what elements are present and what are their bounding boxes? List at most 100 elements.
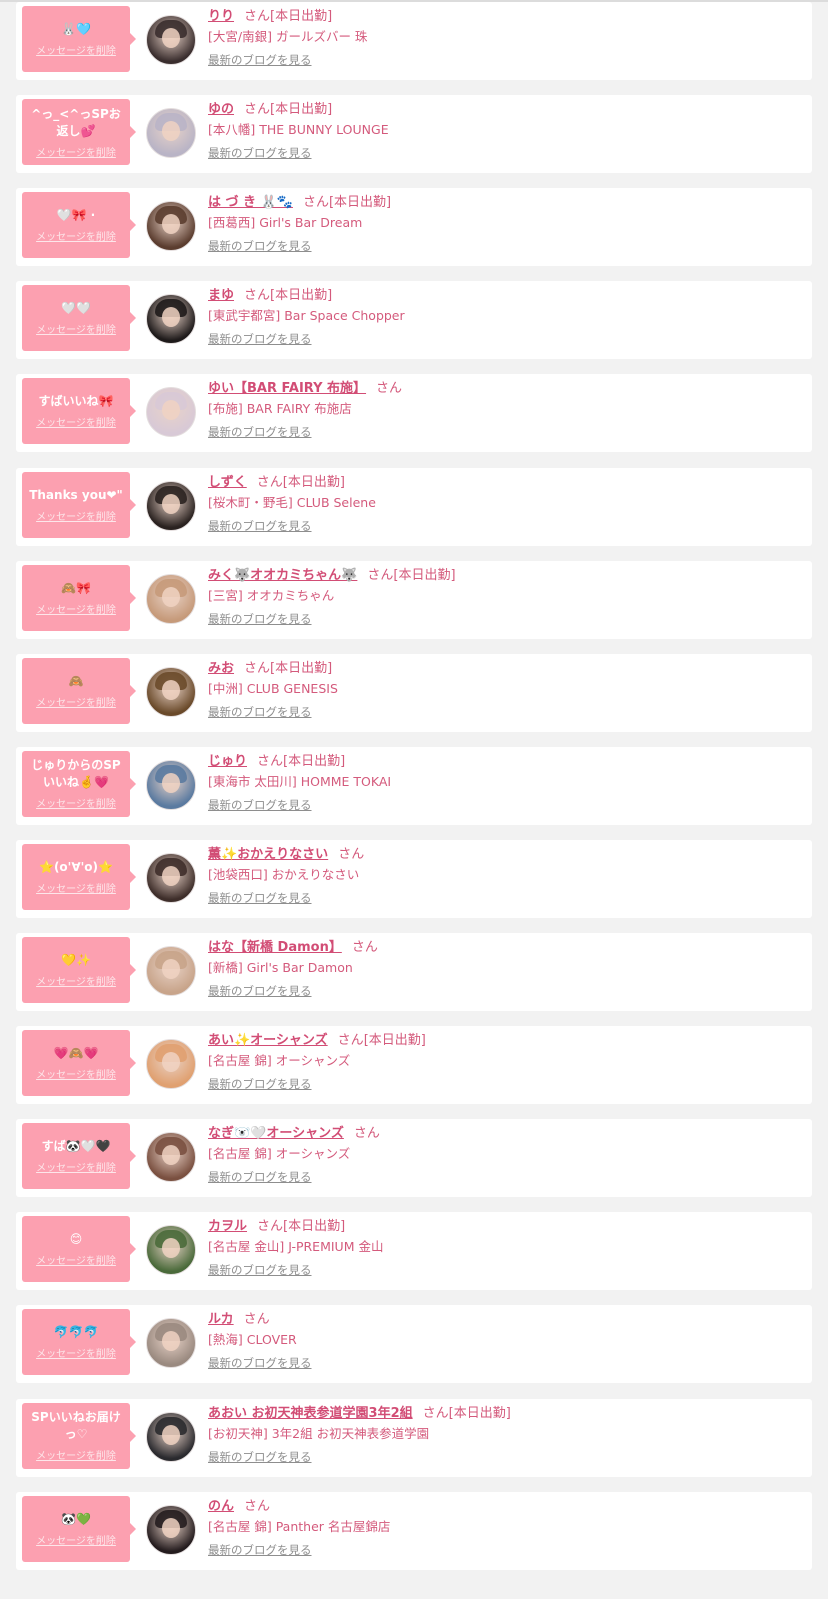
delete-message-link[interactable]: メッセージを削除: [36, 601, 116, 616]
avatar[interactable]: [146, 666, 196, 717]
shop-name: [お初天神] 3年2組 お初天神表参道学園: [208, 1425, 430, 1441]
delete-message-link[interactable]: メッセージを削除: [36, 1066, 116, 1081]
latest-blog-link[interactable]: 最新のブログを見る: [208, 1259, 804, 1281]
delete-message-link[interactable]: メッセージを削除: [36, 694, 116, 709]
delete-message-link[interactable]: メッセージを削除: [36, 795, 116, 810]
cast-name-link[interactable]: しずく: [208, 475, 247, 490]
delete-message-link[interactable]: メッセージを削除: [36, 973, 116, 988]
shop-name: [中洲] CLUB GENESIS: [208, 680, 338, 696]
item-info: あおい お初天神表参道学園3年2組 さん[本日出勤] [お初天神] 3年2組 お初天…: [208, 1404, 804, 1468]
delete-message-link[interactable]: メッセージを削除: [36, 1532, 116, 1547]
list-item: 🐬🐬🐬 メッセージを削除 ルカ さん [熱海] CLOVER 最新のブログを見る: [16, 1305, 812, 1384]
cast-name-link[interactable]: ゆの: [208, 102, 234, 117]
item-info: のん さん [名古屋 錦] Panther 名古屋錦店最新のブログを見る: [208, 1497, 804, 1561]
cast-name-link[interactable]: みお: [208, 661, 234, 676]
avatar[interactable]: [146, 946, 196, 996]
message-bubble: 💗🙈💗 メッセージを削除: [22, 1030, 136, 1097]
message-text: 🐼💚: [61, 1511, 91, 1526]
delete-message-link[interactable]: メッセージを削除: [36, 42, 116, 57]
delete-message-link[interactable]: メッセージを削除: [36, 414, 116, 429]
avatar[interactable]: [146, 201, 196, 252]
latest-blog-link[interactable]: 最新のブログを見る: [208, 1073, 804, 1095]
delete-message-link[interactable]: メッセージを削除: [36, 1447, 116, 1462]
delete-message-link[interactable]: メッセージを削除: [36, 1252, 116, 1267]
message-text: すば🐼🤍🖤: [41, 1139, 111, 1154]
message-bubble: 💛✨ メッセージを削除: [22, 937, 136, 1003]
cast-name-link[interactable]: なぎ🐻‍❄️🤍オーシャンズ: [208, 1126, 344, 1141]
list-item: 🙈🎀 メッセージを削除 みく🐺オオカミちゃん🐺 さん[本日出勤] [三宮] オオカミちゃ…: [16, 560, 812, 639]
delete-message-link[interactable]: メッセージを削除: [36, 1159, 116, 1174]
latest-blog-link[interactable]: 最新のブログを見る: [208, 701, 804, 723]
latest-blog-link[interactable]: 最新のブログを見る: [208, 887, 804, 909]
cast-name-link[interactable]: あおい お初天神表参道学園3年2組: [208, 1406, 413, 1421]
cast-name-link[interactable]: じゅり: [208, 754, 247, 769]
latest-blog-link[interactable]: 最新のブログを見る: [208, 515, 804, 537]
message-text: 💛✨: [61, 953, 91, 967]
cast-name-link[interactable]: りり: [208, 9, 234, 24]
cast-name-link[interactable]: カヲル: [208, 1219, 247, 1234]
avatar[interactable]: [146, 480, 196, 531]
cast-name-link[interactable]: は づ き 🐰🐾: [208, 195, 293, 210]
delete-message-link[interactable]: メッセージを削除: [36, 880, 116, 895]
shop-name: [東武宇都宮] Bar Space Chopper: [208, 308, 405, 324]
latest-blog-link[interactable]: 最新のブログを見る: [208, 1539, 804, 1561]
name-line: あい✨オーシャンズ さん[本日出勤]: [208, 1031, 804, 1051]
latest-blog-link[interactable]: 最新のブログを見る: [208, 794, 804, 816]
cast-name-link[interactable]: のん: [208, 1499, 234, 1514]
latest-blog-link[interactable]: 最新のブログを見る: [208, 608, 804, 630]
latest-blog-link[interactable]: 最新のブログを見る: [208, 1166, 804, 1188]
message-bubble: 🤍🤍 メッセージを削除: [22, 285, 136, 352]
avatar[interactable]: [146, 108, 196, 159]
avatar[interactable]: [146, 852, 196, 903]
name-line: みお さん[本日出勤]: [208, 659, 804, 679]
cast-name-link[interactable]: まゆ: [208, 288, 234, 303]
cast-name-link[interactable]: はな【新橋 Damon】: [208, 940, 342, 955]
avatar[interactable]: [146, 1039, 196, 1090]
delete-message-link[interactable]: メッセージを削除: [36, 508, 116, 523]
delete-message-link[interactable]: メッセージを削除: [36, 1345, 116, 1360]
delete-message-link[interactable]: メッセージを削除: [36, 144, 116, 159]
avatar[interactable]: [146, 573, 196, 624]
cast-name-link[interactable]: あい✨オーシャンズ: [208, 1033, 328, 1048]
shop-name: [名古屋 錦] オーシャンズ: [208, 1146, 351, 1162]
delete-message-link[interactable]: メッセージを削除: [36, 228, 116, 243]
avatar[interactable]: [146, 1132, 196, 1183]
avatar[interactable]: [146, 294, 196, 345]
latest-blog-link[interactable]: 最新のブログを見る: [208, 980, 804, 1002]
avatar[interactable]: [146, 15, 196, 65]
cast-name-link[interactable]: 薫✨おかえりなさい: [208, 847, 328, 862]
latest-blog-link[interactable]: 最新のブログを見る: [208, 1446, 804, 1468]
latest-blog-link[interactable]: 最新のブログを見る: [208, 235, 804, 257]
message-text: SPいいねお届けっ♡: [31, 1410, 121, 1441]
message-bubble: すばいいね🎀 メッセージを削除: [22, 378, 136, 445]
cast-name-link[interactable]: ゆい【BAR FAIRY 布施】: [208, 381, 366, 396]
honorific-label: さん: [244, 1498, 271, 1514]
avatar[interactable]: [146, 1225, 196, 1276]
avatar[interactable]: [146, 1504, 196, 1555]
avatar[interactable]: [146, 387, 196, 438]
name-line: ゆの さん[本日出勤]: [208, 100, 804, 120]
shop-name: [名古屋 錦] Panther 名古屋錦店: [208, 1518, 391, 1534]
latest-blog-link[interactable]: 最新のブログを見る: [208, 421, 804, 443]
latest-blog-link[interactable]: 最新のブログを見る: [208, 328, 804, 350]
shop-name: [本八幡] THE BUNNY LOUNGE: [208, 122, 389, 138]
honorific-label: さん: [338, 846, 365, 862]
list-item: 💛✨ メッセージを削除 はな【新橋 Damon】 さん [新橋] Girl's Bar …: [16, 933, 812, 1011]
message-bubble: ⭐️(o'∀'o)⭐️ メッセージを削除: [22, 843, 136, 910]
delete-message-link[interactable]: メッセージを削除: [36, 321, 116, 336]
list-item: 🐼💚 メッセージを削除 のん さん [名古屋 錦] Panther 名古屋錦店最新のブロ…: [16, 1491, 812, 1570]
name-line: 薫✨おかえりなさい さん: [208, 845, 804, 865]
cast-name-link[interactable]: みく🐺オオカミちゃん🐺: [208, 568, 357, 583]
avatar[interactable]: [146, 1318, 196, 1369]
name-line: みく🐺オオカミちゃん🐺 さん[本日出勤]: [208, 566, 804, 586]
latest-blog-link[interactable]: 最新のブログを見る: [208, 1352, 804, 1374]
on-duty-badge: [本日出勤]: [270, 102, 333, 118]
honorific-label: さん: [257, 753, 284, 769]
avatar[interactable]: [146, 759, 196, 810]
shop-name: [名古屋 錦] オーシャンズ: [208, 1053, 351, 1069]
latest-blog-link[interactable]: 最新のブログを見る: [208, 49, 804, 71]
message-bubble: 🐬🐬🐬 メッセージを削除: [22, 1309, 136, 1376]
latest-blog-link[interactable]: 最新のブログを見る: [208, 142, 804, 164]
avatar[interactable]: [146, 1411, 196, 1462]
cast-name-link[interactable]: ルカ: [208, 1312, 234, 1327]
